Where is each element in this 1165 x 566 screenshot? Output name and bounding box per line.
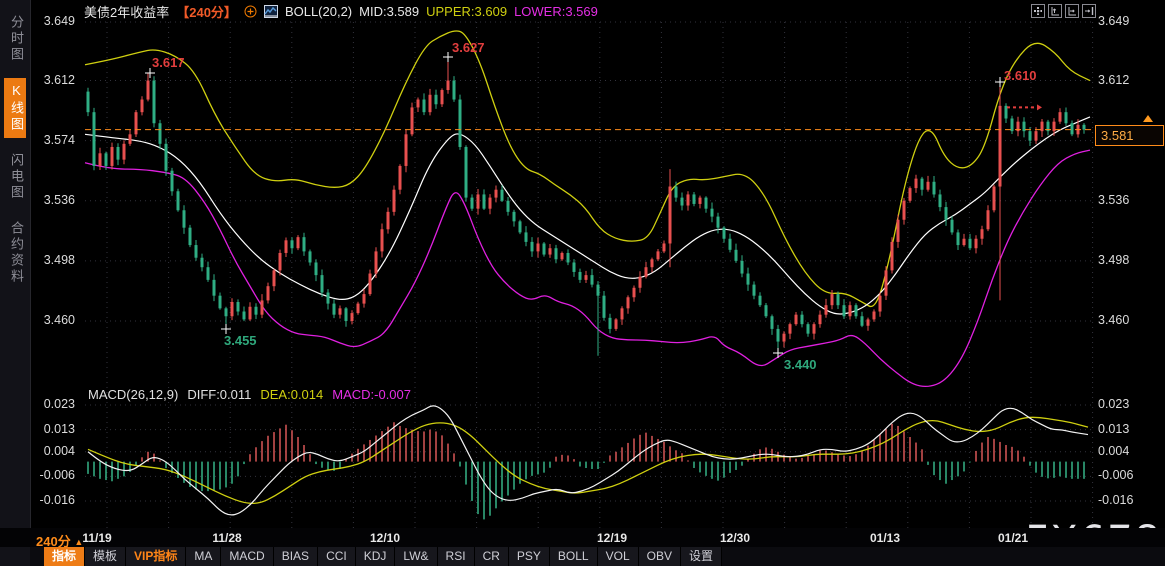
- macd-tick-label: 0.013: [44, 422, 75, 436]
- toolbar-item-BIAS[interactable]: BIAS: [274, 547, 318, 566]
- price-tick-label: 3.649: [44, 14, 75, 28]
- indicator-toolbar: 指标模板VIP指标MAMACDBIASCCIKDJLW&RSICRPSYBOLL…: [30, 547, 1165, 566]
- toolbar-item-指标[interactable]: 指标: [44, 547, 85, 566]
- extreme-price-annotation: 3.610: [1004, 68, 1037, 83]
- price-tick-label: 3.612: [44, 73, 75, 87]
- kline-chart-app: 分时图 K线图闪电图合约资料 美债2年收益率 【240分】 BOLL(20,2) …: [0, 0, 1165, 566]
- crosshair-icon[interactable]: [1031, 4, 1045, 18]
- macd-tick-label: 0.013: [1098, 422, 1129, 436]
- price-up-arrow-icon: [1143, 115, 1153, 122]
- extreme-price-annotation: 3.617: [152, 55, 185, 70]
- macd-tick-label: -0.006: [40, 468, 75, 482]
- add-compare-icon[interactable]: [244, 5, 257, 18]
- date-label: 11/19: [82, 531, 111, 545]
- price-tick-label: 3.574: [44, 133, 75, 147]
- price-tick-label: 3.460: [1098, 313, 1129, 327]
- macd-tick-label: 0.004: [1098, 444, 1129, 458]
- macd-diff-value: DIFF:0.011: [187, 387, 251, 402]
- window-controls: [1031, 4, 1096, 18]
- date-label: 01/21: [998, 531, 1028, 545]
- sidebar-item-合约资料[interactable]: 合约资料: [4, 216, 26, 290]
- price-tick-label: 3.498: [1098, 253, 1129, 267]
- toolbar-item-CR[interactable]: CR: [475, 547, 509, 566]
- time-axis: 240分 ▲ 11/1911/2812/1012/1912/3001/1301/…: [0, 528, 1165, 547]
- sidebar-item-分时图[interactable]: 分时图: [4, 10, 26, 68]
- chart-canvas[interactable]: [0, 0, 1165, 566]
- price-axis-right: 3.6493.6123.5743.5363.4983.4600.0230.013…: [1098, 0, 1164, 566]
- toolbar-item-LW&[interactable]: LW&: [395, 547, 437, 566]
- date-label: 12/19: [597, 531, 627, 545]
- toolbar-item-模板[interactable]: 模板: [85, 547, 126, 566]
- chart-header: 美债2年收益率 【240分】 BOLL(20,2) MID:3.589 UPPE…: [84, 3, 598, 19]
- zoom-axis-icon[interactable]: [1048, 4, 1062, 18]
- macd-indicator-label: MACD(26,12,9): [88, 387, 178, 402]
- macd-tick-label: -0.006: [1098, 468, 1133, 482]
- toolbar-item-KDJ[interactable]: KDJ: [356, 547, 396, 566]
- collapse-panel-icon[interactable]: [1082, 4, 1096, 18]
- macd-dea-value: DEA:0.014: [260, 387, 323, 402]
- period-tag: 【240分】: [176, 2, 237, 21]
- macd-tick-label: -0.016: [1098, 493, 1133, 507]
- current-price-tag: 3.581: [1095, 125, 1164, 146]
- macd-value: MACD:-0.007: [332, 387, 411, 402]
- sidebar-item-闪电图[interactable]: 闪电图: [4, 148, 26, 206]
- macd-tick-label: 0.004: [44, 444, 75, 458]
- price-tick-label: 3.498: [44, 253, 75, 267]
- price-tick-label: 3.536: [1098, 193, 1129, 207]
- sidebar-item-K线图[interactable]: K线图: [4, 78, 26, 138]
- boll-upper-value: UPPER:3.609: [426, 4, 507, 19]
- pan-axis-icon[interactable]: [1065, 4, 1079, 18]
- toolbar-item-PSY[interactable]: PSY: [509, 547, 550, 566]
- extreme-price-annotation: 3.627: [452, 40, 485, 55]
- toolbar-item-VOL[interactable]: VOL: [598, 547, 639, 566]
- macd-tick-label: 0.023: [1098, 397, 1129, 411]
- macd-tick-label: -0.016: [40, 493, 75, 507]
- toolbar-item-OBV[interactable]: OBV: [639, 547, 681, 566]
- macd-tick-label: 0.023: [44, 397, 75, 411]
- date-label: 11/28: [212, 531, 241, 545]
- symbol-title: 美债2年收益率: [84, 2, 169, 21]
- toolbar-item-设置[interactable]: 设置: [681, 547, 722, 566]
- price-tick-label: 3.649: [1098, 14, 1129, 28]
- toolbar-item-VIP指标[interactable]: VIP指标: [126, 547, 186, 566]
- price-tick-label: 3.460: [44, 313, 75, 327]
- toolbar-item-MACD[interactable]: MACD: [221, 547, 273, 566]
- extreme-price-annotation: 3.440: [784, 357, 817, 372]
- price-tick-label: 3.536: [44, 193, 75, 207]
- extreme-price-annotation: 3.455: [224, 333, 257, 348]
- date-label: 12/10: [370, 531, 400, 545]
- boll-indicator-label: BOLL(20,2): [285, 4, 352, 19]
- toolbar-item-CCI[interactable]: CCI: [318, 547, 356, 566]
- toolbar-item-RSI[interactable]: RSI: [438, 547, 475, 566]
- date-label: 12/30: [720, 531, 750, 545]
- macd-header: MACD(26,12,9) DIFF:0.011 DEA:0.014 MACD:…: [88, 387, 411, 402]
- date-label: 01/13: [870, 531, 900, 545]
- boll-mid-value: MID:3.589: [359, 4, 419, 19]
- toolbar-item-BOLL[interactable]: BOLL: [550, 547, 598, 566]
- current-price-value: 3.581: [1101, 128, 1134, 143]
- price-tick-label: 3.612: [1098, 73, 1129, 87]
- chart-type-sidebar: 分时图 K线图闪电图合约资料: [0, 0, 31, 566]
- toolbar-item-MA[interactable]: MA: [186, 547, 221, 566]
- boll-lower-value: LOWER:3.569: [514, 4, 598, 19]
- chart-logo-icon: [264, 5, 278, 18]
